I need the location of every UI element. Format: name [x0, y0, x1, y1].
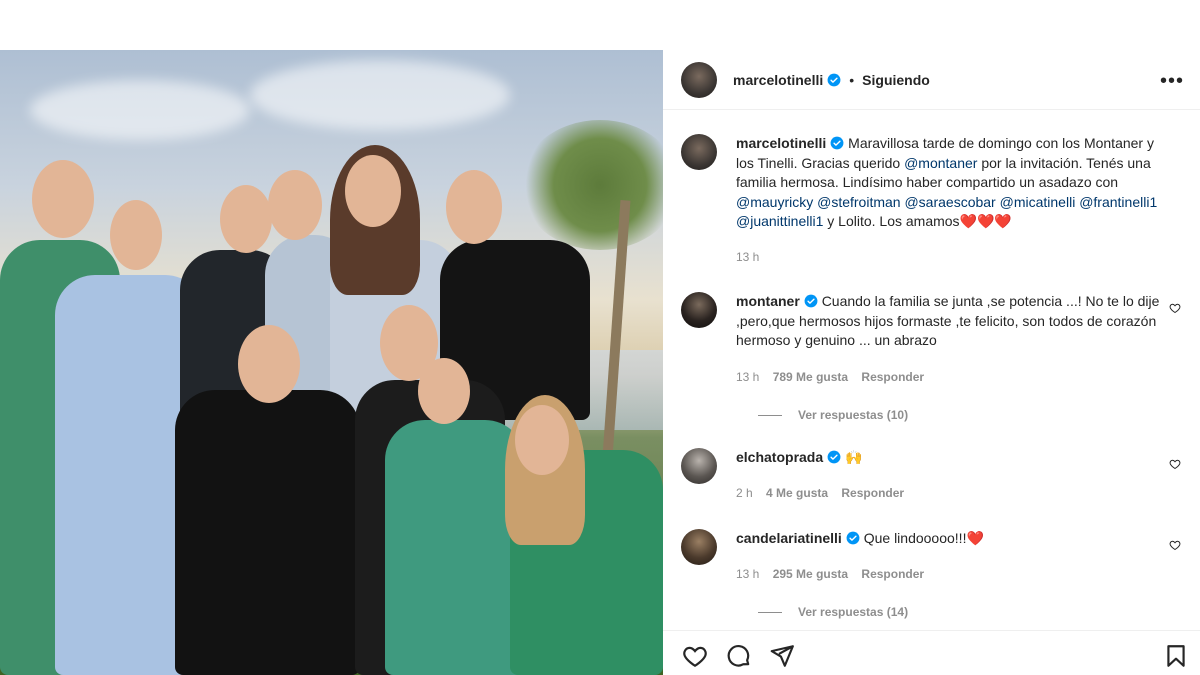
caption-meta: 13 h — [736, 250, 769, 264]
view-replies-button[interactable]: Ver respuestas (10) — [758, 408, 908, 422]
heart-emoji: ❤️ — [966, 530, 984, 546]
person-head — [110, 200, 162, 270]
comment-meta: 2 h 4 Me gusta Responder — [736, 486, 914, 500]
author-avatar[interactable] — [681, 61, 717, 98]
palm-tree — [520, 120, 663, 250]
mention-link[interactable]: @frantinelli1 — [1079, 194, 1157, 210]
replies-line — [758, 612, 782, 614]
comment-time[interactable]: 13 h — [736, 370, 759, 384]
comment-username[interactable]: candelariatinelli — [736, 530, 842, 546]
comment-time[interactable]: 13 h — [736, 567, 759, 581]
person-head — [446, 170, 502, 244]
post-actions-bar — [663, 630, 1200, 675]
comment-likes[interactable]: 4 Me gusta — [766, 486, 828, 500]
comment-body: 🙌 — [845, 449, 863, 465]
reply-button[interactable]: Responder — [861, 567, 924, 581]
person-head — [418, 358, 470, 424]
comment-text: montaner Cuando la familia se junta ,se … — [736, 292, 1166, 351]
comment-avatar[interactable] — [681, 529, 717, 565]
cloud — [250, 60, 510, 130]
person-black-tshirt — [175, 390, 360, 675]
like-heart-icon[interactable] — [1169, 458, 1181, 470]
person-head — [268, 170, 322, 240]
caption: marcelotinelli Maravillosa tarde de domi… — [681, 134, 1191, 264]
separator-dot: • — [849, 71, 855, 88]
mention-link[interactable]: @juanittinelli1 — [736, 213, 823, 229]
person-head — [345, 155, 401, 227]
mention-link[interactable]: @micatinelli — [1000, 194, 1076, 210]
verified-badge-icon — [827, 450, 841, 464]
like-heart-icon[interactable] — [682, 643, 708, 669]
verified-badge-icon — [804, 294, 818, 308]
comment-avatar[interactable] — [681, 448, 717, 484]
mention-link[interactable]: @mauyricky — [736, 194, 813, 210]
view-replies-label: Ver respuestas (14) — [798, 605, 909, 619]
like-heart-icon[interactable] — [1169, 539, 1181, 551]
comment-bubble-icon[interactable] — [726, 643, 752, 669]
person-child-hoodie — [385, 420, 525, 675]
view-replies-label: Ver respuestas (10) — [798, 408, 909, 422]
reply-button[interactable]: Responder — [861, 370, 924, 384]
following-button[interactable]: Siguiendo — [862, 72, 930, 88]
caption-username[interactable]: marcelotinelli — [736, 135, 826, 151]
comment-text: candelariatinelli Que lindooooo!!!❤️ — [736, 529, 1166, 549]
mention-link[interactable]: @saraescobar — [904, 194, 995, 210]
mention-link[interactable]: @stefroitman — [817, 194, 900, 210]
heart-emoji: ❤️❤️❤️ — [959, 213, 1012, 229]
person-head — [238, 325, 300, 403]
reply-button[interactable]: Responder — [841, 486, 904, 500]
person-head — [515, 405, 569, 475]
comments-panel: marcelotinelli Maravillosa tarde de domi… — [663, 110, 1200, 630]
comment-likes[interactable]: 789 Me gusta — [773, 370, 848, 384]
replies-line — [758, 415, 782, 417]
comment-avatar[interactable] — [681, 292, 717, 328]
comment-item: elchatoprada 🙌 2 h 4 Me gusta Responder — [681, 448, 1191, 508]
comment-username[interactable]: montaner — [736, 293, 800, 309]
caption-text-part: y Lolito. Los amamos — [823, 213, 960, 229]
comment-likes[interactable]: 295 Me gusta — [773, 567, 848, 581]
comment-username[interactable]: elchatoprada — [736, 449, 823, 465]
post-photo[interactable] — [0, 50, 663, 675]
save-bookmark-icon[interactable] — [1163, 643, 1189, 669]
mention-link[interactable]: @montaner — [904, 155, 977, 171]
caption-avatar[interactable] — [681, 134, 717, 170]
share-send-icon[interactable] — [769, 643, 795, 669]
author-username[interactable]: marcelotinelli — [733, 72, 823, 88]
more-options-icon[interactable]: ••• — [1160, 70, 1184, 93]
comment-item: candelariatinelli Que lindooooo!!!❤️ 13 … — [681, 529, 1191, 629]
verified-badge-icon — [846, 531, 860, 545]
verified-badge-icon — [827, 73, 841, 86]
person-head — [32, 160, 94, 238]
person-head — [220, 185, 272, 253]
comment-meta: 13 h 789 Me gusta Responder — [736, 370, 934, 384]
comment-time[interactable]: 2 h — [736, 486, 753, 500]
view-replies-button[interactable]: Ver respuestas (14) — [758, 605, 908, 619]
post-header: marcelotinelli • Siguiendo ••• — [663, 50, 1200, 110]
like-heart-icon[interactable] — [1169, 302, 1181, 314]
comment-text: elchatoprada 🙌 — [736, 448, 1166, 468]
comment-meta: 13 h 295 Me gusta Responder — [736, 567, 934, 581]
verified-badge-icon — [830, 136, 844, 150]
comment-item: montaner Cuando la familia se junta ,se … — [681, 292, 1191, 422]
cloud — [30, 80, 250, 140]
caption-text: marcelotinelli Maravillosa tarde de domi… — [736, 134, 1166, 232]
comment-body: Que lindooooo!!! — [863, 530, 967, 546]
caption-time[interactable]: 13 h — [736, 250, 759, 264]
